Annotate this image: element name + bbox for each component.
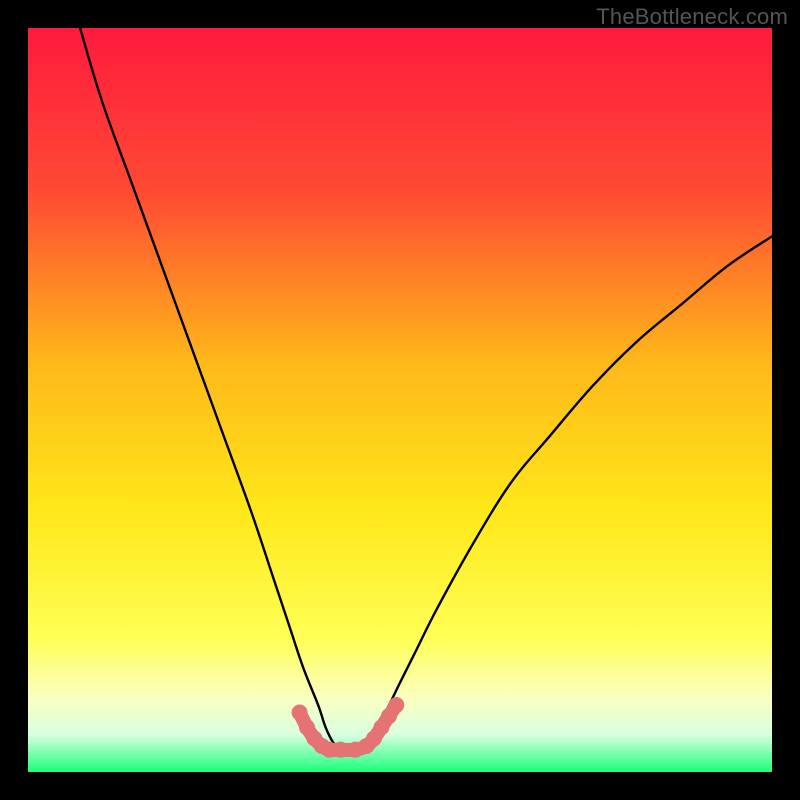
highlight-bump-dot bbox=[292, 704, 308, 720]
gradient-bg bbox=[28, 28, 772, 772]
highlight-bump-dot bbox=[388, 697, 404, 713]
watermark-text: TheBottleneck.com bbox=[596, 4, 788, 30]
highlight-bump-dot bbox=[332, 742, 348, 758]
chart-stage: TheBottleneck.com bbox=[0, 0, 800, 800]
bottleneck-chart bbox=[28, 28, 772, 772]
